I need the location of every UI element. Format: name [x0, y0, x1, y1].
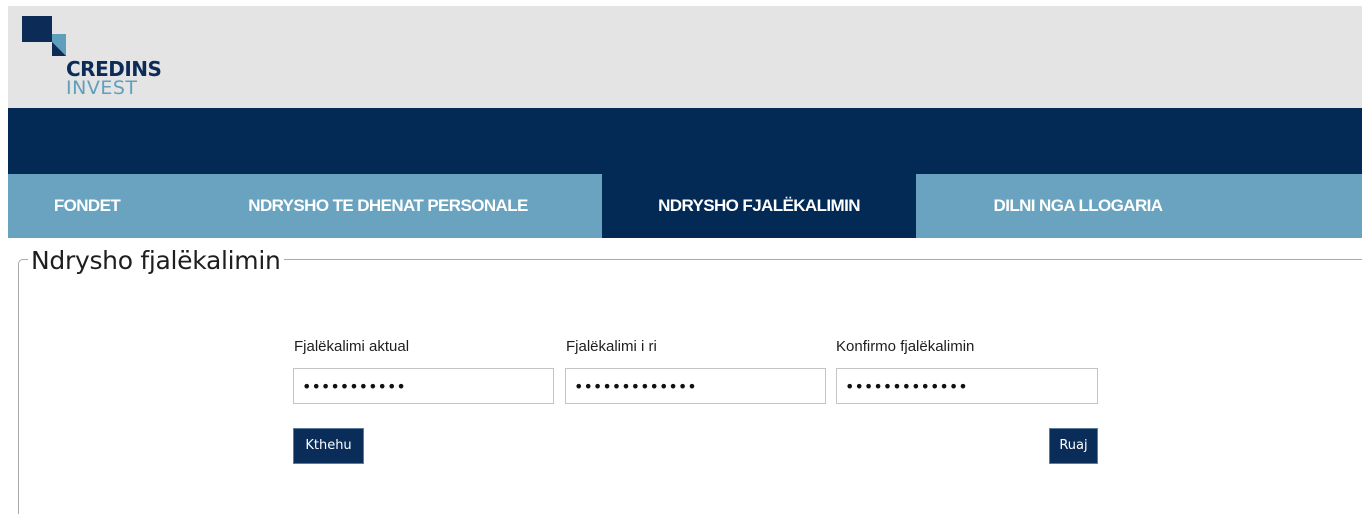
new-password-label: Fjalëkalimi i ri — [566, 338, 657, 355]
nav-item-personal-data[interactable]: NDRYSHO TE DHENAT PERSONALE — [194, 174, 582, 238]
new-password-input[interactable] — [565, 368, 826, 404]
page-frame: CREDINS INVEST FONDET NDRYSHO TE DHENAT … — [8, 6, 1362, 514]
save-button[interactable]: Ruaj — [1049, 428, 1098, 464]
header-bar: CREDINS INVEST — [8, 6, 1362, 108]
nav-item-fondet[interactable]: FONDET — [30, 174, 144, 238]
confirm-password-input[interactable] — [836, 368, 1098, 404]
page-title: Ndrysho fjalëkalimin — [28, 246, 284, 276]
current-password-label: Fjalëkalimi aktual — [294, 338, 410, 355]
current-password-input[interactable] — [293, 368, 554, 404]
nav-item-logout[interactable]: DILNI NGA LLOGARIA — [942, 174, 1214, 238]
header-dark-band — [8, 108, 1362, 174]
back-button[interactable]: Kthehu — [293, 428, 364, 464]
main-nav: FONDET NDRYSHO TE DHENAT PERSONALE NDRYS… — [8, 174, 1362, 238]
credins-logo-mark-icon — [22, 16, 66, 56]
logo-text-invest: INVEST — [66, 77, 138, 99]
confirm-password-label: Konfirmo fjalëkalimin — [836, 338, 975, 355]
credins-invest-logo[interactable]: CREDINS INVEST — [22, 16, 182, 106]
nav-item-change-password[interactable]: NDRYSHO FJALËKALIMIN — [602, 174, 916, 238]
